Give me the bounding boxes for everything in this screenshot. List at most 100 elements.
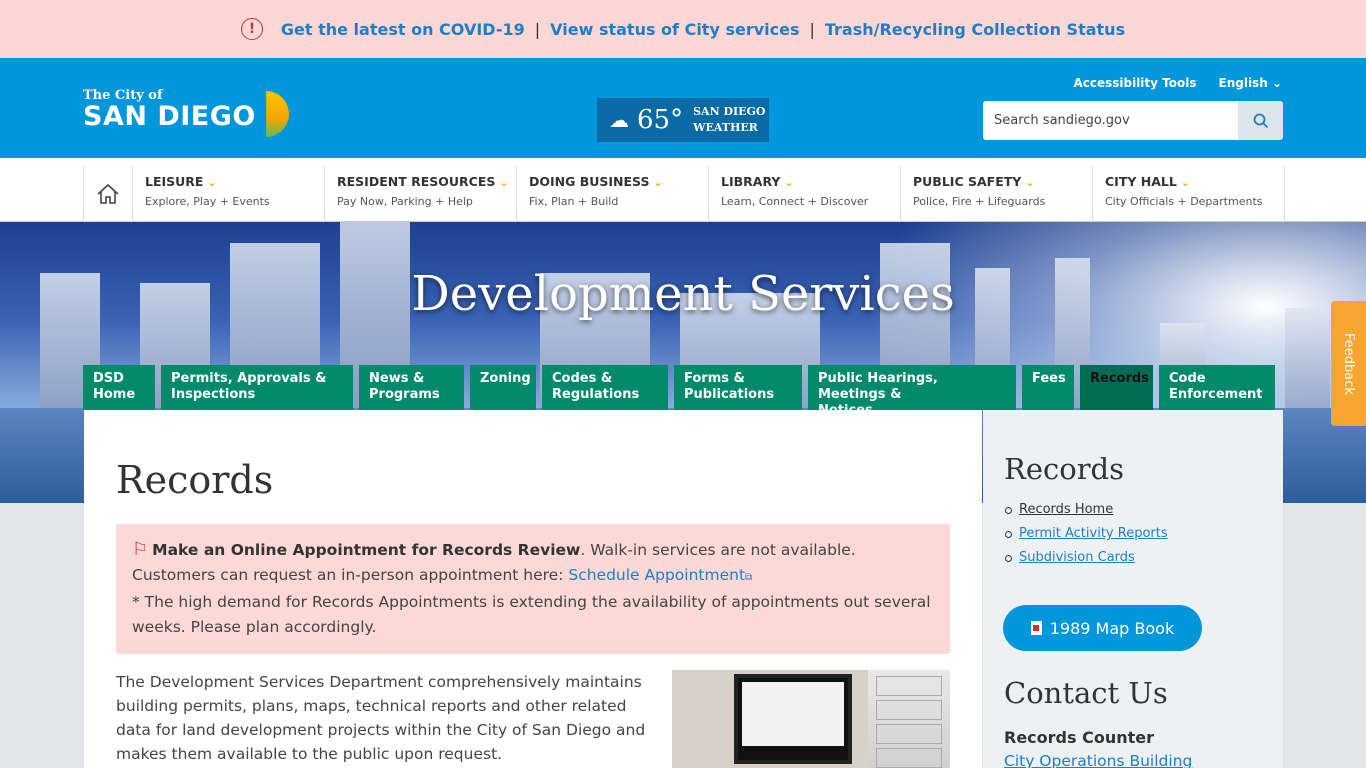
page-title: Records <box>116 458 274 502</box>
nav-subtitle: Explore, Play + Events <box>145 195 270 208</box>
chevron-down-icon: ⌄ <box>499 176 509 189</box>
weather-label: SAN DIEGO WEATHER <box>693 104 765 136</box>
notice-demand-text: * The high demand for Records Appointmen… <box>132 593 931 636</box>
contact-title: Contact Us <box>1004 676 1168 710</box>
cloud-icon: ☁ <box>609 108 629 132</box>
permit-activity-reports-link[interactable]: Permit Activity Reports <box>1019 526 1168 541</box>
weather-label-line1: SAN DIEGO <box>693 105 766 118</box>
chevron-down-icon: ⌄ <box>1271 76 1282 90</box>
nav-item-library[interactable]: LIBRARY ⌄ Learn, Connect + Discover <box>709 166 901 222</box>
nav-subtitle: Learn, Connect + Discover <box>721 195 869 208</box>
main-nav: LEISURE ⌄ Explore, Play + Events RESIDENT… <box>0 158 1366 222</box>
list-item: Permit Activity Reports <box>1005 526 1168 541</box>
subnav-public-hearings[interactable]: Public Hearings, Meetings &Notices <box>808 365 1016 418</box>
subnav-line1: Public Hearings, Meetings & <box>818 371 938 402</box>
nav-item-public-safety[interactable]: PUBLIC SAFETY ⌄ Police, Fire + Lifeguards <box>901 166 1093 222</box>
banner-title: Development Services <box>411 266 955 322</box>
subnav-line1: Zoning <box>480 371 531 386</box>
department-subnav: DSD Home Permits, Approvals & Inspections … <box>83 365 1275 418</box>
nav-item-resident-resources[interactable]: RESIDENT RESOURCES ⌄ Pay Now, Parking + H… <box>325 166 517 222</box>
nav-subtitle: Police, Fire + Lifeguards <box>913 195 1046 208</box>
nav-title: PUBLIC SAFETY <box>913 174 1022 189</box>
nav-title: DOING BUSINESS <box>529 174 650 189</box>
subnav-line2: Home <box>93 387 136 402</box>
subnav-line1: Fees <box>1032 371 1066 386</box>
subnav-line2: Inspections <box>171 387 256 402</box>
map-book-label: 1989 Map Book <box>1049 618 1175 638</box>
city-operations-building-link[interactable]: City Operations Building <box>1004 752 1192 768</box>
alert-separator: | <box>809 19 815 39</box>
city-logo[interactable]: The City of SAN DIEGO <box>83 88 289 137</box>
language-select[interactable]: English ⌄ <box>1219 76 1283 90</box>
nav-subtitle: Fix, Plan + Build <box>529 195 619 208</box>
map-book-button[interactable]: 1989 Map Book <box>1003 605 1202 651</box>
external-link-icon: ⧉ <box>745 571 753 583</box>
subnav-line1: Codes & <box>552 371 613 386</box>
main-content: Records ⚐ Make an Online Appointment for … <box>84 410 982 768</box>
nav-title: CITY HALL <box>1105 174 1177 189</box>
search-icon <box>1253 113 1268 128</box>
city-services-link[interactable]: View status of City services <box>550 20 799 39</box>
search-form <box>983 101 1283 140</box>
subnav-line1: News & <box>369 371 425 386</box>
records-photo <box>672 670 950 768</box>
subnav-records[interactable]: Records <box>1080 365 1153 410</box>
sidebar-title: Records <box>1004 452 1125 486</box>
nav-subtitle: Pay Now, Parking + Help <box>337 195 473 208</box>
weather-temp: 65° <box>637 105 684 135</box>
flag-icon: ⚐ <box>132 539 149 560</box>
chevron-down-icon: ⌄ <box>1025 176 1035 189</box>
chevron-down-icon: ⌄ <box>1180 176 1191 189</box>
subdivision-cards-link[interactable]: Subdivision Cards <box>1019 550 1135 565</box>
subnav-line1: Code <box>1169 371 1206 386</box>
logo-big-text: SAN DIEGO <box>83 101 256 132</box>
subnav-fees[interactable]: Fees <box>1022 365 1074 410</box>
subnav-line1: Records <box>1090 371 1149 386</box>
subnav-line2: Enforcement <box>1169 387 1263 402</box>
subnav-dsd-home[interactable]: DSD Home <box>83 365 155 410</box>
records-counter-title: Records Counter <box>1004 728 1154 747</box>
search-button[interactable] <box>1238 101 1283 140</box>
home-button[interactable] <box>83 166 133 222</box>
subnav-line1: DSD <box>93 371 124 386</box>
nav-subtitle: City Officials + Departments <box>1105 195 1263 208</box>
weather-label-line2: WEATHER <box>693 121 758 134</box>
alert-separator: | <box>534 19 541 39</box>
utility-links: Accessibility Tools English ⌄ <box>1073 76 1282 90</box>
nav-item-doing-business[interactable]: DOING BUSINESS ⌄ Fix, Plan + Build <box>517 166 709 222</box>
pdf-icon <box>1030 621 1042 635</box>
accessibility-tools-link[interactable]: Accessibility Tools <box>1073 76 1196 90</box>
chevron-down-icon: ⌄ <box>207 176 217 189</box>
language-label: English <box>1218 76 1268 90</box>
schedule-appointment-link[interactable]: Schedule Appointment <box>568 566 745 584</box>
file-cabinet-image <box>868 670 950 768</box>
subnav-line2: Publications <box>684 387 775 402</box>
subnav-line2: Regulations <box>552 387 640 402</box>
subnav-code-enforcement[interactable]: Code Enforcement <box>1159 365 1275 410</box>
trash-status-link[interactable]: Trash/Recycling Collection Status <box>825 20 1125 39</box>
subnav-forms[interactable]: Forms & Publications <box>674 365 802 410</box>
nav-item-leisure[interactable]: LEISURE ⌄ Explore, Play + Events <box>133 166 325 222</box>
nav-item-city-hall[interactable]: CITY HALL ⌄ City Officials + Departments <box>1093 166 1285 222</box>
list-item: Subdivision Cards <box>1005 550 1168 565</box>
alert-icon: ! <box>240 18 263 40</box>
covid-link[interactable]: Get the latest on COVID-19 <box>281 20 525 39</box>
alert-bar: ! Get the latest on COVID-19 | View stat… <box>0 0 1366 58</box>
monitor-image <box>734 674 852 764</box>
records-home-link[interactable]: Records Home <box>1019 502 1113 517</box>
chevron-down-icon: ⌄ <box>784 176 794 189</box>
notice-heading: Make an Online Appointment for Records R… <box>152 541 581 559</box>
weather-widget[interactable]: ☁ 65° SAN DIEGO WEATHER <box>597 98 769 142</box>
subnav-zoning[interactable]: Zoning <box>470 365 536 410</box>
subnav-line1: Forms & <box>684 371 745 386</box>
feedback-tab[interactable]: Feedback <box>1331 301 1366 426</box>
sidebar: Records Records Home Permit Activity Rep… <box>983 410 1283 768</box>
subnav-line1: Permits, Approvals & <box>171 371 327 386</box>
intro-paragraph: The Development Services Department comp… <box>116 673 646 763</box>
search-input[interactable] <box>983 101 1238 140</box>
subnav-codes[interactable]: Codes & Regulations <box>542 365 668 410</box>
subnav-permits[interactable]: Permits, Approvals & Inspections <box>161 365 353 410</box>
subnav-news[interactable]: News & Programs <box>359 365 464 410</box>
chevron-down-icon: ⌄ <box>653 176 663 189</box>
site-header: The City of SAN DIEGO ☁ 65° SAN DIEGO WE… <box>0 58 1366 158</box>
